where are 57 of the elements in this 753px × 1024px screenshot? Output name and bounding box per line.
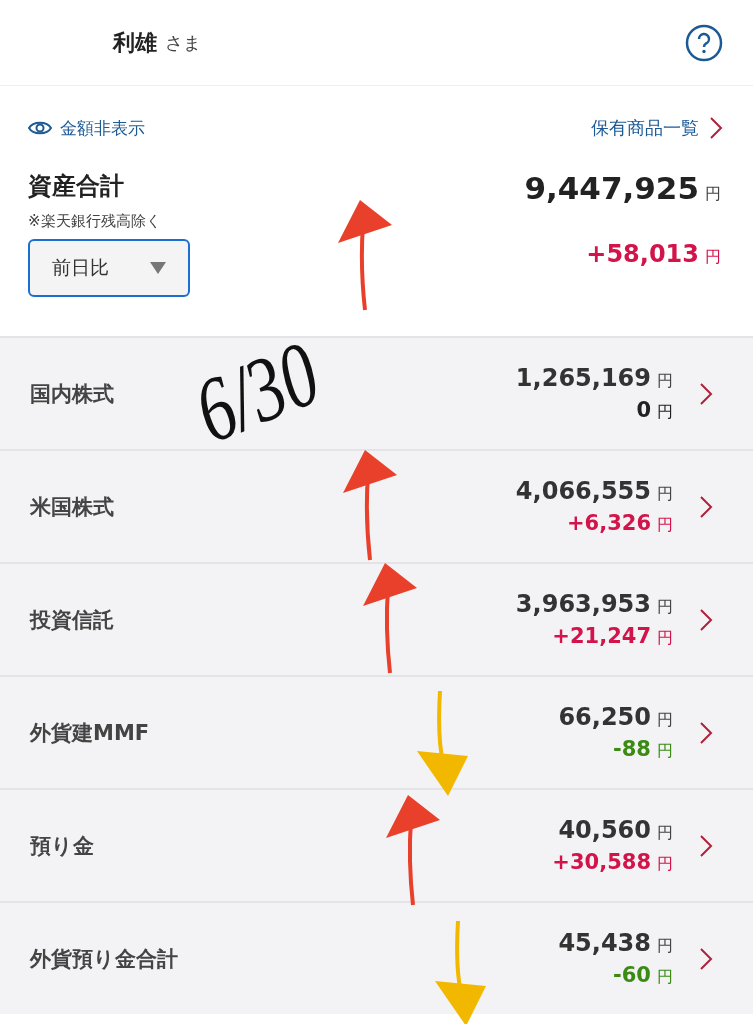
asset-row[interactable]: 外貨建MMF 66,250 円 -88 円	[0, 675, 753, 788]
chevron-right-icon	[699, 720, 713, 745]
asset-label: 外貨預り金合計	[30, 945, 178, 973]
chevron-right-icon	[699, 946, 713, 971]
compare-dropdown[interactable]: 前日比	[28, 239, 190, 297]
currency-unit: 円	[657, 936, 673, 957]
total-assets-title: 資産合計	[28, 171, 125, 202]
asset-row[interactable]: 預り金 40,560 円 +30,588 円	[0, 788, 753, 901]
help-icon[interactable]	[685, 23, 723, 62]
asset-label: 預り金	[30, 832, 94, 860]
total-amount: 9,447,925	[524, 170, 699, 206]
user-name: 利雄	[113, 28, 157, 57]
asset-amount: 66,250	[558, 703, 651, 731]
asset-row[interactable]: 外貨預り金合計 45,438 円 -60 円	[0, 901, 753, 1014]
hide-amounts-button[interactable]: 金額非表示	[28, 116, 145, 140]
currency-unit: 円	[657, 628, 673, 649]
eye-icon	[28, 120, 52, 136]
currency-unit: 円	[657, 854, 673, 875]
total-change: +58,013	[586, 240, 699, 268]
asset-change: -60	[613, 963, 651, 987]
asset-label: 投資信託	[30, 606, 114, 634]
asset-row[interactable]: 国内株式 1,265,169 円 0 円 6/30	[0, 336, 753, 449]
asset-label: 外貨建MMF	[30, 719, 150, 747]
asset-amount: 40,560	[558, 816, 651, 844]
caret-icon	[150, 262, 166, 274]
currency-unit: 円	[705, 184, 721, 205]
asset-change: 0	[636, 398, 651, 422]
asset-amount: 3,963,953	[515, 590, 651, 618]
asset-change: +30,588	[552, 850, 651, 874]
chevron-right-icon	[699, 381, 713, 406]
currency-unit: 円	[657, 741, 673, 762]
asset-change: +21,247	[552, 624, 651, 648]
currency-unit: 円	[657, 710, 673, 731]
currency-unit: 円	[657, 402, 673, 423]
chevron-right-icon	[699, 833, 713, 858]
asset-label: 米国株式	[30, 493, 114, 521]
asset-label: 国内株式	[30, 380, 114, 408]
asset-row[interactable]: 米国株式 4,066,555 円 +6,326 円	[0, 449, 753, 562]
currency-unit: 円	[657, 597, 673, 618]
currency-unit: 円	[705, 247, 721, 268]
chevron-right-icon	[699, 494, 713, 519]
currency-unit: 円	[657, 371, 673, 392]
asset-row[interactable]: 投資信託 3,963,953 円 +21,247 円	[0, 562, 753, 675]
holdings-link[interactable]: 保有商品一覧	[591, 116, 723, 140]
asset-amount: 1,265,169	[515, 364, 651, 392]
asset-amount: 45,438	[558, 929, 651, 957]
currency-unit: 円	[657, 515, 673, 536]
total-note: ※楽天銀行残高除く	[28, 212, 162, 231]
currency-unit: 円	[657, 967, 673, 988]
asset-change: +6,326	[566, 511, 651, 535]
currency-unit: 円	[657, 823, 673, 844]
asset-change: -88	[613, 737, 651, 761]
currency-unit: 円	[657, 484, 673, 505]
asset-amount: 4,066,555	[515, 477, 651, 505]
chevron-right-icon	[699, 607, 713, 632]
chevron-right-icon	[709, 116, 723, 140]
honorific: さま	[165, 30, 201, 55]
